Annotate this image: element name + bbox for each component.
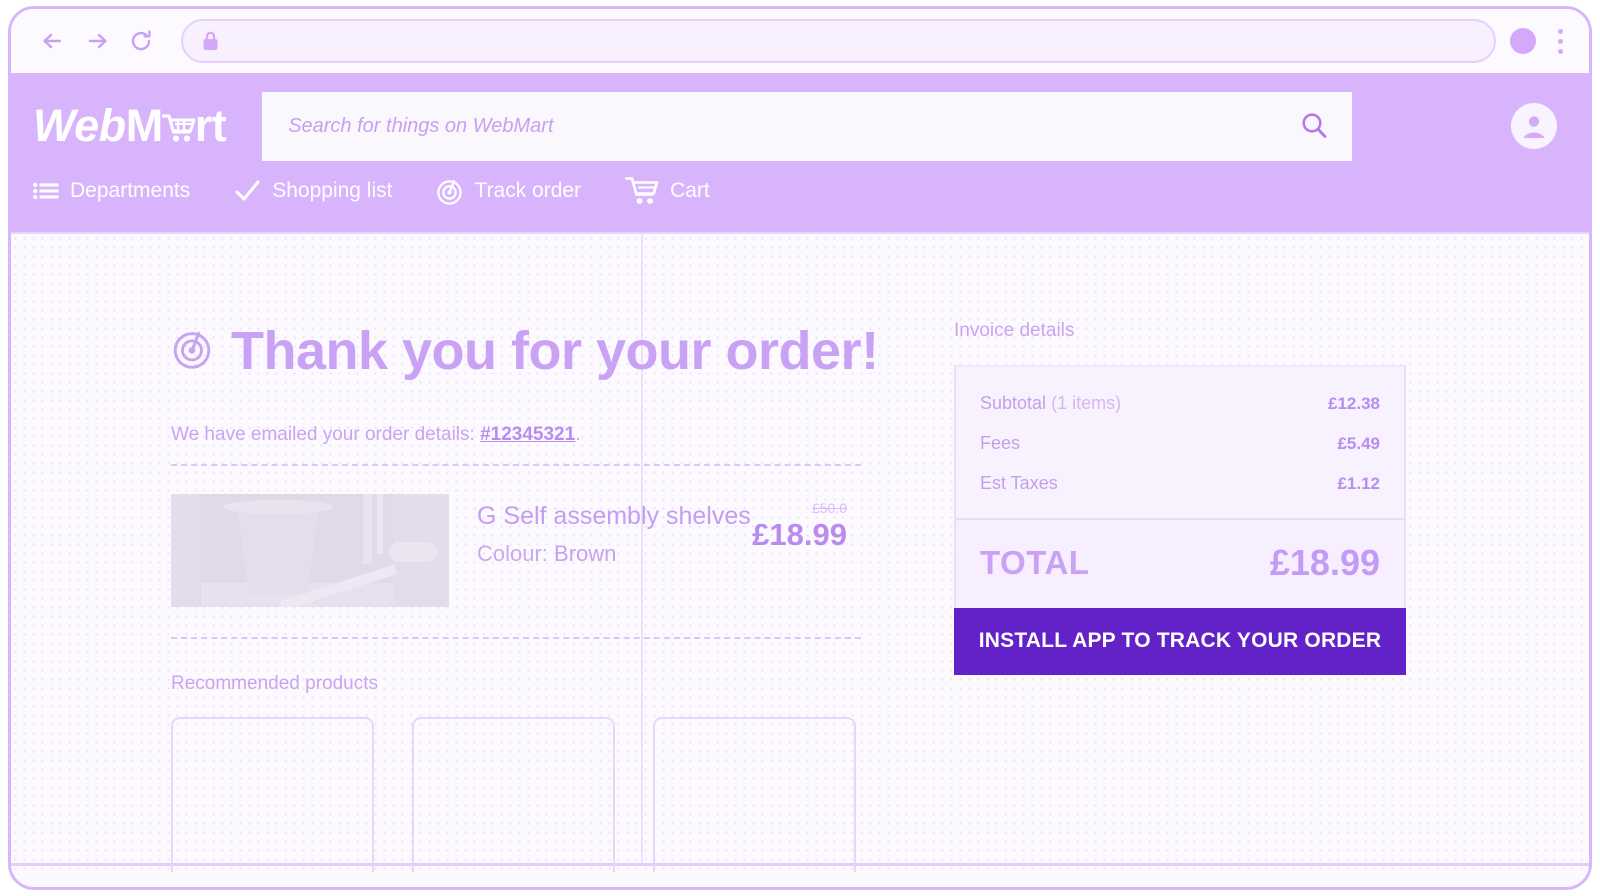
- invoice-total-label: TOTAL: [980, 544, 1090, 581]
- nav-label-departments: Departments: [70, 179, 191, 202]
- product-name[interactable]: G Self assembly shelves: [477, 502, 752, 531]
- table-row: Fees £5.49: [980, 433, 1380, 454]
- nav-label-cart: Cart: [670, 179, 710, 202]
- address-bar[interactable]: [181, 19, 1496, 63]
- forward-button[interactable]: [75, 19, 119, 63]
- page-content: Thank you for your order! We have emaile…: [11, 232, 1589, 872]
- search-icon: [1302, 113, 1327, 138]
- order-confirmation-hero: Thank you for your order!: [171, 320, 879, 382]
- invoice-title: Invoice details: [954, 320, 1075, 341]
- arrow-right-icon: [88, 33, 107, 49]
- check-icon: [234, 179, 261, 203]
- invoice-line-items: Subtotal (1 items) £12.38 Fees £5.49 Est…: [956, 365, 1404, 518]
- product-details: G Self assembly shelves Colour: Brown: [449, 494, 752, 567]
- product-attribute-label: Colour:: [477, 541, 548, 566]
- invoice-row-label: Est Taxes: [980, 473, 1058, 494]
- order-id-link[interactable]: #12345321: [480, 424, 575, 445]
- shopping-cart-icon: [625, 176, 659, 206]
- invoice-row-label-text: Fees: [980, 433, 1021, 453]
- recommended-products-grid: [171, 717, 861, 872]
- account-button[interactable]: [1511, 103, 1557, 149]
- page-title: Thank you for your order!: [231, 321, 879, 381]
- invoice-row-label: Fees: [980, 433, 1020, 454]
- install-app-button[interactable]: INSTALL APP TO TRACK YOUR ORDER: [954, 608, 1406, 675]
- lock-icon: [203, 31, 218, 50]
- invoice-row-label-text: Subtotal: [980, 393, 1047, 413]
- nav-label-track-order: Track order: [474, 179, 582, 202]
- menu-list-icon: [33, 181, 59, 201]
- logo-shopping-cart-icon: [161, 103, 196, 155]
- product-price-current: £18.99: [752, 517, 847, 552]
- logo-text-m: M: [125, 100, 164, 151]
- browser-toolbar: [11, 9, 1589, 76]
- reload-icon: [131, 30, 151, 51]
- browser-window: Web M rt Search for things on WebMart De…: [8, 6, 1592, 890]
- product-price-block: £50.0 £18.99: [752, 494, 861, 553]
- table-row: Subtotal (1 items) £12.38: [980, 393, 1380, 414]
- invoice-total-row: TOTAL £18.99: [956, 518, 1404, 608]
- recommended-products-title: Recommended products: [171, 673, 378, 694]
- order-summary-column: Thank you for your order! We have emaile…: [171, 320, 879, 872]
- arrow-left-icon: [43, 33, 62, 49]
- kebab-menu-icon[interactable]: [1558, 28, 1563, 54]
- sidebar-item-cart[interactable]: Cart: [625, 176, 710, 206]
- radar-target-icon: [436, 178, 463, 205]
- sidebar-item-track-order[interactable]: Track order: [436, 178, 581, 205]
- product-attribute-value: Brown: [554, 541, 617, 566]
- invoice-row-value: £1.12: [1337, 474, 1380, 493]
- webmart-logo[interactable]: Web M rt: [33, 100, 227, 155]
- product-image[interactable]: [171, 494, 449, 607]
- invoice-row-value: £12.38: [1328, 394, 1380, 413]
- list-item[interactable]: [653, 717, 856, 872]
- table-row: Est Taxes £1.12: [980, 473, 1380, 494]
- chrome-right-controls: [1510, 28, 1567, 54]
- order-email-suffix: .: [575, 424, 581, 445]
- nav-label-shopping-list: Shopping list: [272, 179, 393, 202]
- invoice-row-label-text: Est Taxes: [980, 473, 1058, 493]
- logo-text-web: Web: [33, 100, 126, 151]
- invoice-row-label: Subtotal (1 items): [980, 393, 1121, 414]
- order-email-notice: We have emailed your order details: #123…: [171, 424, 861, 464]
- sidebar-item-departments[interactable]: Departments: [33, 179, 190, 203]
- search-button[interactable]: [1298, 110, 1330, 142]
- back-button[interactable]: [31, 19, 75, 63]
- invoice-row-sublabel: (1 items): [1051, 393, 1122, 413]
- sidebar-item-shopping-list[interactable]: Shopping list: [234, 179, 392, 203]
- header-top-row: Web M rt: [11, 76, 1589, 176]
- profile-dot-icon[interactable]: [1510, 28, 1536, 54]
- search-bar: [262, 91, 1353, 161]
- order-email-prefix: We have emailed your order details:: [171, 424, 481, 445]
- account-avatar-icon: [1523, 116, 1545, 138]
- logo-text-rt: rt: [194, 100, 227, 151]
- invoice-row-value: £5.49: [1337, 434, 1380, 453]
- order-item-row: G Self assembly shelves Colour: Brown £5…: [171, 466, 861, 637]
- product-price-original: £50.0: [811, 500, 847, 516]
- search-input[interactable]: [288, 114, 1299, 138]
- list-item[interactable]: [412, 717, 615, 872]
- site-header: Web M rt Search for things on WebMart De…: [11, 76, 1589, 232]
- radar-target-icon: [171, 328, 213, 375]
- product-attribute: Colour: Brown: [477, 541, 752, 567]
- header-nav: Departments Shopping list Track order Ca…: [11, 176, 1589, 232]
- reload-button[interactable]: [119, 19, 163, 63]
- invoice-total-value: £18.99: [1269, 542, 1380, 583]
- invoice-column: Invoice details Subtotal (1 items) £12.3…: [954, 320, 1406, 675]
- invoice-card: Subtotal (1 items) £12.38 Fees £5.49 Est…: [954, 365, 1406, 608]
- list-item[interactable]: [171, 717, 374, 872]
